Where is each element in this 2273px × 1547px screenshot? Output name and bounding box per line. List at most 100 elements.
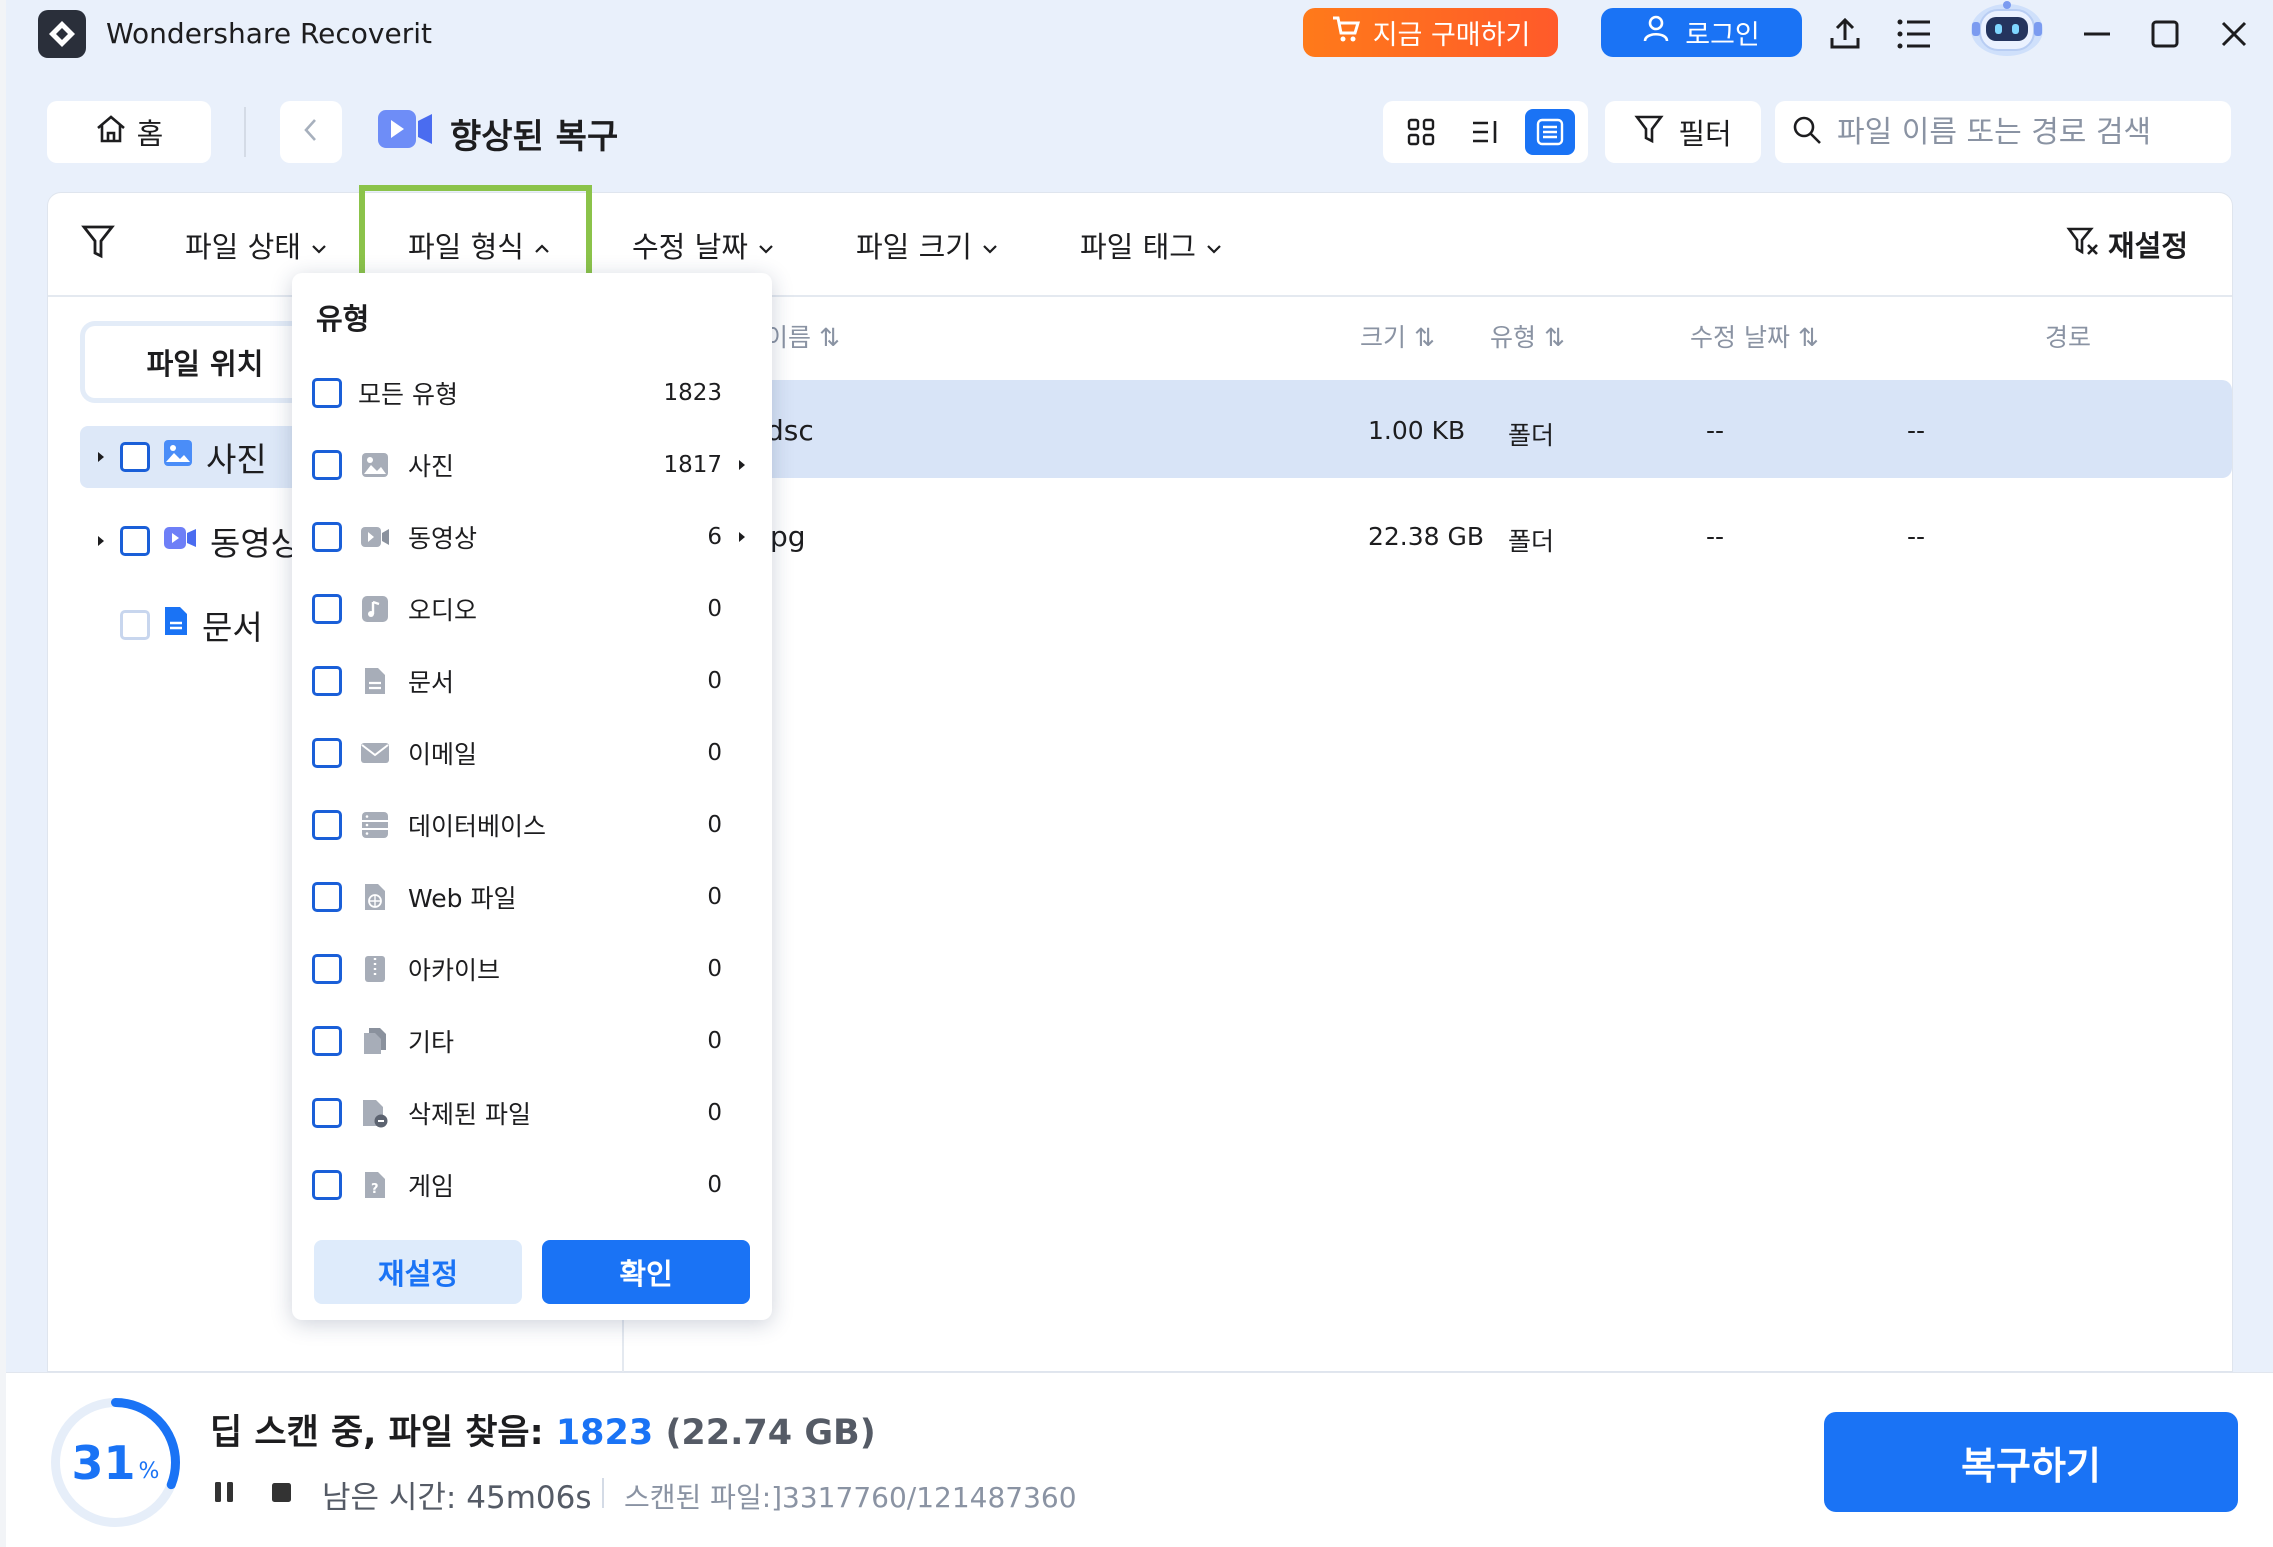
stop-icon[interactable] <box>270 1479 294 1509</box>
grid-view-icon[interactable] <box>1396 109 1446 155</box>
type-count: 6 <box>707 524 722 550</box>
type-checkbox[interactable] <box>312 810 342 840</box>
filter-modified-date-label: 수정 날짜 <box>632 230 748 264</box>
maximize-icon[interactable] <box>2143 12 2187 56</box>
svg-text:?: ? <box>371 1182 379 1197</box>
home-icon <box>95 114 127 151</box>
photo-checkbox[interactable] <box>120 442 150 472</box>
detail-list-view-icon[interactable] <box>1460 109 1510 155</box>
chevron-down-icon <box>982 228 998 262</box>
row-modified: -- <box>1706 522 1725 551</box>
window-edge <box>0 0 6 1547</box>
sort-icon: ⇅ <box>1797 323 1819 352</box>
database-type-icon <box>358 808 392 842</box>
type-count: 0 <box>707 740 722 766</box>
filter-button[interactable]: 필터 <box>1605 101 1761 163</box>
type-option-audio[interactable]: 오디오 0 <box>312 585 762 633</box>
type-count: 0 <box>707 884 722 910</box>
sidebar-item-document[interactable]: 문서 <box>80 594 263 656</box>
type-checkbox[interactable] <box>312 882 342 912</box>
type-option-database[interactable]: 데이터베이스 0 <box>312 801 762 849</box>
tab-file-location[interactable]: 파일 위치 <box>85 326 325 398</box>
recover-button[interactable]: 복구하기 <box>1824 1412 2238 1512</box>
table-header-name[interactable]: 이름 ⇅ <box>765 318 840 354</box>
type-option-document[interactable]: 문서 0 <box>312 657 762 705</box>
home-label: 홈 <box>136 117 164 151</box>
menu-icon[interactable] <box>1892 12 1936 56</box>
type-checkbox[interactable] <box>312 1098 342 1128</box>
filter-reset-button[interactable]: 재설정 <box>2066 222 2188 266</box>
row-name: pg <box>770 520 806 553</box>
sidebar-item-photo[interactable]: 사진 <box>80 426 300 488</box>
type-option-deleted[interactable]: 삭제된 파일 0 <box>312 1089 762 1137</box>
login-button[interactable]: 로그인 <box>1601 8 1802 57</box>
type-label: Web 파일 <box>408 884 517 913</box>
cart-icon <box>1331 15 1361 50</box>
type-checkbox[interactable] <box>312 1170 342 1200</box>
type-option-other[interactable]: 기타 0 <box>312 1017 762 1065</box>
chevron-down-icon <box>311 228 327 262</box>
document-checkbox[interactable] <box>120 610 150 640</box>
deleted-file-type-icon <box>358 1096 392 1130</box>
type-option-web[interactable]: Web 파일 0 <box>312 873 762 921</box>
sidebar-item-label: 동영상 <box>210 524 302 563</box>
home-button[interactable]: 홈 <box>47 101 211 163</box>
type-option-email[interactable]: 이메일 0 <box>312 729 762 777</box>
type-option-photo[interactable]: 사진 1817 <box>312 441 762 489</box>
type-checkbox[interactable] <box>312 378 342 408</box>
type-count: 0 <box>707 1028 722 1054</box>
type-count: 1817 <box>663 452 722 478</box>
caret-right-icon[interactable] <box>94 534 108 548</box>
video-type-icon <box>358 520 392 554</box>
buy-now-button[interactable]: 지금 구매하기 <box>1303 8 1558 57</box>
pause-icon[interactable] <box>212 1479 236 1509</box>
filter-file-size[interactable]: 파일 크기 <box>856 224 998 266</box>
type-checkbox[interactable] <box>312 594 342 624</box>
table-header-type[interactable]: 유형 ⇅ <box>1490 318 1565 354</box>
sort-icon: ⇅ <box>1413 323 1435 352</box>
filter-file-status[interactable]: 파일 상태 <box>185 224 327 266</box>
photo-type-icon <box>358 448 392 482</box>
robot-assistant-icon[interactable] <box>1958 0 2056 60</box>
video-checkbox[interactable] <box>120 526 150 556</box>
table-header-path[interactable]: 경로 <box>2045 318 2091 354</box>
minimize-icon[interactable] <box>2075 12 2119 56</box>
sort-icon: ⇅ <box>1543 323 1565 352</box>
close-icon[interactable] <box>2212 12 2256 56</box>
type-checkbox[interactable] <box>312 522 342 552</box>
table-header-modified[interactable]: 수정 날짜 ⇅ <box>1690 318 1819 354</box>
type-option-all[interactable]: 모든 유형 1823 <box>312 369 762 417</box>
caret-right-icon[interactable] <box>722 530 762 544</box>
filter-reset-label: 재설정 <box>2108 229 2189 263</box>
type-checkbox[interactable] <box>312 954 342 984</box>
caret-right-icon[interactable] <box>94 450 108 464</box>
app-title: Wondershare Recoverit <box>106 17 432 50</box>
dropdown-reset-button[interactable]: 재설정 <box>314 1240 522 1304</box>
filter-file-tag[interactable]: 파일 태그 <box>1080 224 1222 266</box>
type-checkbox[interactable] <box>312 1026 342 1056</box>
type-count: 0 <box>707 596 722 622</box>
scan-status-prefix: 딥 스캔 중, 파일 찾음: <box>210 1413 544 1453</box>
type-checkbox[interactable] <box>312 450 342 480</box>
back-button[interactable] <box>280 101 342 163</box>
export-icon[interactable] <box>1823 12 1867 56</box>
other-type-icon <box>358 1024 392 1058</box>
login-label: 로그인 <box>1685 20 1760 51</box>
caret-right-icon[interactable] <box>722 458 762 472</box>
scan-controls <box>212 1472 294 1516</box>
row-path: -- <box>1907 416 1926 445</box>
search-input[interactable] <box>1837 114 2215 150</box>
list-view-icon[interactable] <box>1524 109 1575 155</box>
user-icon <box>1643 15 1669 50</box>
type-option-game[interactable]: ? 게임 0 <box>312 1161 762 1209</box>
active-filter-highlight <box>359 185 592 279</box>
type-option-video[interactable]: 동영상 6 <box>312 513 762 561</box>
type-option-archive[interactable]: 아카이브 0 <box>312 945 762 993</box>
type-checkbox[interactable] <box>312 666 342 696</box>
row-name: dsc <box>766 414 814 447</box>
sidebar-item-video[interactable]: 동영상 <box>80 510 301 572</box>
dropdown-confirm-button[interactable]: 확인 <box>542 1240 750 1304</box>
type-checkbox[interactable] <box>312 738 342 768</box>
table-header-size[interactable]: 크기 ⇅ <box>1360 318 1435 354</box>
filter-modified-date[interactable]: 수정 날짜 <box>632 224 774 266</box>
